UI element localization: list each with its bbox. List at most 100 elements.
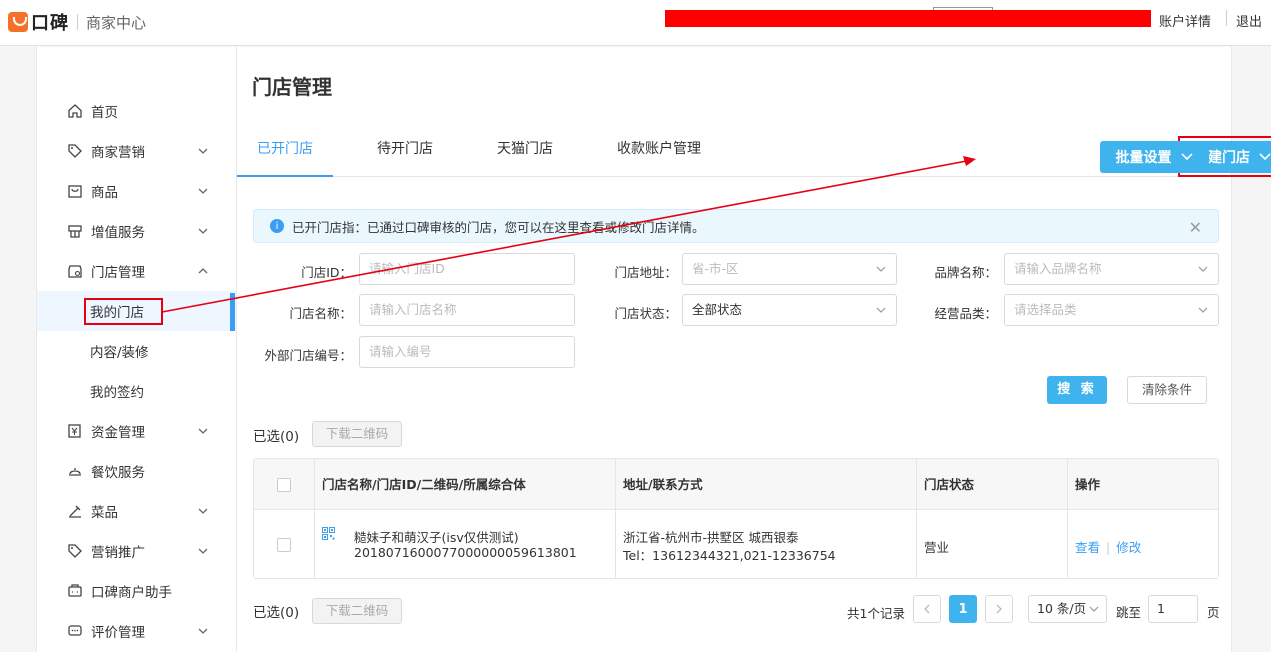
category-select[interactable]: 请选择品类 [1004, 294, 1219, 326]
chevron-down-icon [876, 266, 886, 272]
page-1-button[interactable]: 1 [949, 595, 977, 623]
store-icon [67, 263, 83, 279]
sidebar-item-products[interactable]: 商品 [37, 171, 236, 211]
row-checkbox[interactable] [277, 538, 291, 552]
sidebar-item-merchant-marketing[interactable]: 商家营销 [37, 131, 236, 171]
store-address-label: 门店地址： [614, 265, 677, 280]
sidebar-item-reviews[interactable]: 评价管理 [37, 611, 236, 651]
sidebar-item-label: 营销推广 [91, 545, 145, 561]
tab-open-stores[interactable]: 已开门店 [237, 131, 333, 177]
chevron-right-icon [996, 604, 1002, 614]
batch-settings-button[interactable]: 批量设置 [1100, 141, 1209, 173]
sidebar-item-dishes[interactable]: 菜品 [37, 491, 236, 531]
redacted-account-info [665, 10, 1151, 27]
tab-payment-accounts[interactable]: 收款账户管理 [597, 131, 721, 177]
column-header: 地址/联系方式 [623, 477, 703, 492]
store-name: 糙妹子和萌汉子(isv仅供测试) [354, 530, 519, 545]
chevron-down-icon [198, 628, 208, 634]
column-divider [1067, 459, 1068, 578]
sidebar-item-promotion[interactable]: 营销推广 [37, 531, 236, 571]
sidebar-item-home[interactable]: 首页 [37, 91, 236, 131]
jump-page-input[interactable]: 1 [1148, 595, 1198, 623]
store-id: 2018071600077000000059613801 [354, 545, 577, 560]
chevron-down-icon [1089, 606, 1099, 612]
pagination-total: 共1个记录 [847, 606, 905, 621]
store-status-select[interactable]: 全部状态 [682, 294, 897, 326]
promo-tag-icon [67, 543, 83, 559]
sidebar-subitem-content[interactable]: 内容/装修 [37, 331, 236, 371]
brand-name-label: 品牌名称： [934, 265, 997, 280]
close-icon[interactable]: ✕ [1189, 218, 1202, 237]
home-icon [67, 103, 83, 119]
column-divider [615, 459, 616, 578]
chevron-left-icon [924, 604, 930, 614]
annotation-highlight-box [84, 298, 163, 325]
page-title: 门店管理 [252, 75, 332, 99]
store-name-input[interactable]: 请输入门店名称 [359, 294, 575, 326]
brand-name-select[interactable]: 请输入品牌名称 [1004, 253, 1219, 285]
view-link[interactable]: 查看 [1075, 540, 1100, 555]
sidebar-item-dining[interactable]: 餐饮服务 [37, 451, 236, 491]
chevron-down-icon [198, 148, 208, 154]
sidebar-item-label: 口碑商户助手 [91, 585, 172, 601]
sidebar-item-label: 资金管理 [91, 425, 145, 441]
search-button[interactable]: 搜 索 [1047, 376, 1107, 404]
sidebar-item-label: 菜品 [91, 505, 118, 521]
tab-pending-stores[interactable]: 待开门店 [357, 131, 453, 177]
store-status-label: 门店状态： [614, 306, 677, 321]
chevron-down-icon [876, 307, 886, 313]
tab-tmall-stores[interactable]: 天猫门店 [477, 131, 573, 177]
action-separator: | [1106, 540, 1111, 555]
content-area: 门店管理 已开门店 待开门店 天猫门店 收款账户管理 创建门店 批量设置 i 已… [237, 47, 1271, 652]
sidebar-item-label: 首页 [91, 105, 118, 121]
download-qr-button-bottom[interactable]: 下载二维码 [312, 598, 402, 624]
logout-link[interactable]: 退出 [1236, 11, 1262, 30]
row-actions: 查看 | 修改 [1075, 537, 1141, 556]
edit-link[interactable]: 修改 [1116, 540, 1141, 555]
store-phone: Tel：13612344321,021-12336754 [623, 548, 836, 563]
chevron-down-icon [198, 228, 208, 234]
status-value: 全部状态 [692, 302, 743, 317]
top-bar: 口碑 商家中心 账户详情 退出 [0, 0, 1271, 46]
page-unit-label: 页 [1207, 605, 1220, 620]
logo[interactable]: 口碑 商家中心 [8, 9, 146, 35]
sidebar-item-label: 商家营销 [91, 145, 145, 161]
store-address-select[interactable]: 省-市-区 [682, 253, 897, 285]
sidebar-item-store-management[interactable]: 门店管理 [37, 251, 236, 291]
assistant-icon [67, 583, 83, 599]
sidebar-subitem-label: 内容/装修 [90, 345, 149, 361]
info-icon: i [270, 219, 284, 233]
dining-icon [67, 463, 83, 479]
brand-placeholder: 请输入品牌名称 [1014, 261, 1102, 276]
sidebar-subitem-contracts[interactable]: 我的签约 [37, 371, 236, 411]
page-size-select[interactable]: 10 条/页 [1028, 595, 1107, 623]
comment-icon [67, 623, 83, 639]
sidebar-item-assistant[interactable]: 口碑商户助手 [37, 571, 236, 611]
chevron-down-icon [198, 548, 208, 554]
sidebar-item-label: 门店管理 [91, 265, 145, 281]
bag-icon [67, 183, 83, 199]
chevron-down-icon [198, 508, 208, 514]
select-all-checkbox[interactable] [277, 478, 291, 492]
info-notice: i 已开门店指：已通过口碑审核的门店，您可以在这里查看或修改门店详情。 ✕ [253, 209, 1219, 243]
sidebar-item-funds[interactable]: 资金管理 [37, 411, 236, 451]
qr-code-icon[interactable] [322, 527, 335, 540]
download-qr-button[interactable]: 下载二维码 [312, 421, 402, 447]
redacted-box-fill [933, 10, 993, 27]
sidebar-item-label: 增值服务 [91, 225, 145, 241]
column-divider [916, 459, 917, 578]
next-page-button[interactable] [985, 595, 1013, 623]
sidebar-item-value-added[interactable]: 增值服务 [37, 211, 236, 251]
store-id-input[interactable]: 请输入门店ID [359, 253, 575, 285]
account-details-link[interactable]: 账户详情 [1159, 11, 1211, 30]
prev-page-button[interactable] [913, 595, 941, 623]
chevron-down-icon [198, 428, 208, 434]
chevron-down-icon [198, 188, 208, 194]
top-divider [1226, 10, 1227, 26]
clear-filters-button[interactable]: 清除条件 [1127, 376, 1207, 404]
column-header: 门店状态 [924, 477, 975, 492]
notice-text: 已开门店指：已通过口碑审核的门店，您可以在这里查看或修改门店详情。 [292, 219, 705, 235]
logo-divider [77, 14, 78, 30]
external-id-input[interactable]: 请输入编号 [359, 336, 575, 368]
category-label: 经营品类： [934, 306, 997, 321]
